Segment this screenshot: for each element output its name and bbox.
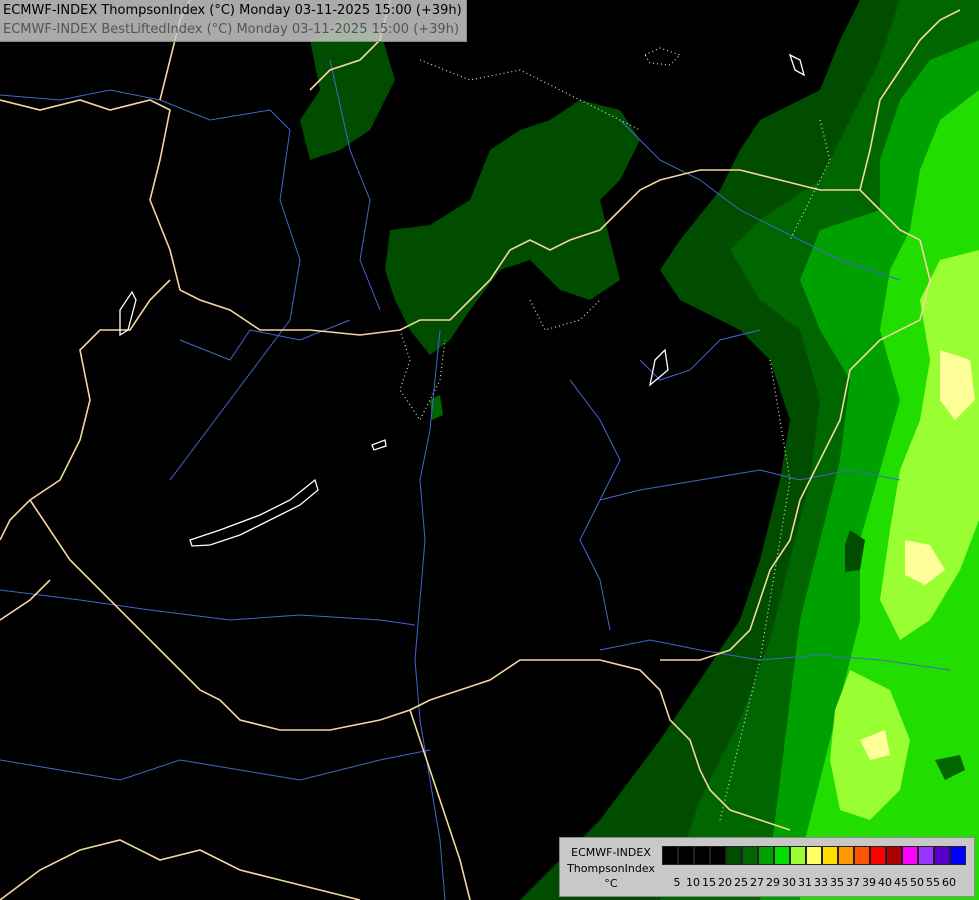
legend-swatch [774,846,790,865]
legend-swatch [902,846,918,865]
legend-swatch [662,846,678,865]
map-title-thompson: ECMWF-INDEX ThompsonIndex (°C) Monday 03… [3,3,462,18]
legend-swatch [822,846,838,865]
legend-swatch [854,846,870,865]
legend-parameter-label: ThompsonIndex [567,862,655,875]
legend-swatch [870,846,886,865]
weather-map [0,0,979,900]
legend-swatch [678,846,694,865]
legend-swatch [918,846,934,865]
legend-unit-label: °C [604,877,618,890]
legend-swatch [742,846,758,865]
map-title-box: ECMWF-INDEX ThompsonIndex (°C) Monday 03… [0,0,467,42]
legend-tick-label: 60 [942,876,956,889]
legend-swatch [758,846,774,865]
map-title-lifted: ECMWF-INDEX BestLiftedIndex (°C) Monday … [3,22,460,37]
legend-swatch [806,846,822,865]
legend-swatch [710,846,726,865]
legend-swatch [726,846,742,865]
legend-swatch [694,846,710,865]
legend-swatch [934,846,950,865]
legend-model-label: ECMWF-INDEX [571,846,651,859]
legend-swatch [838,846,854,865]
legend-swatch [886,846,902,865]
legend-swatch [950,846,966,865]
legend-swatch [790,846,806,865]
color-legend: ECMWF-INDEX ThompsonIndex °C 5 10 15 20 25 27… [559,837,975,897]
